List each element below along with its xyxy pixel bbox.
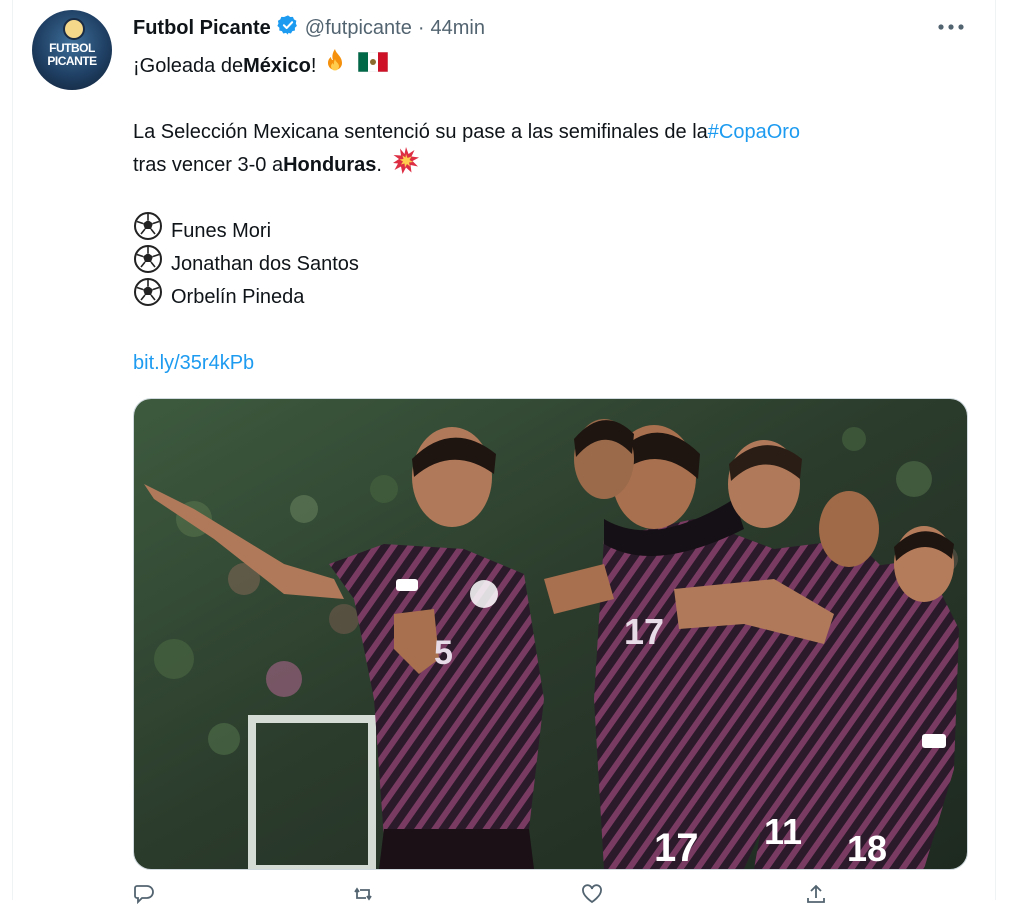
mexico-flag-icon: [354, 50, 389, 83]
tweet-text: ¡Goleada de México! La Selección Mexican…: [133, 48, 973, 380]
collision-icon: [382, 146, 420, 185]
action-bar: [133, 884, 833, 904]
handle[interactable]: @futpicante: [305, 17, 412, 40]
scorer-name-3: Orbelín Pineda: [171, 286, 305, 308]
display-name[interactable]: Futbol Picante: [133, 17, 271, 40]
jersey-number-3: 17: [654, 826, 699, 869]
headline-end: !: [310, 55, 317, 77]
avatar-ball: [63, 18, 85, 40]
reply-icon[interactable]: [133, 884, 155, 904]
short-link[interactable]: bit.ly/35r4kPb: [133, 347, 254, 380]
body-text-1: La Selección Mexicana sentenció su pase …: [133, 121, 708, 143]
fire-icon: [322, 48, 348, 85]
more-icon[interactable]: [936, 14, 966, 40]
like-icon[interactable]: [581, 884, 603, 904]
avatar-logo-text: FUTBOL PICANTE: [47, 41, 97, 68]
scorer-name-2: Jonathan dos Santos: [171, 253, 359, 275]
avatar[interactable]: FUTBOL PICANTE: [32, 10, 112, 90]
scorer-name-1: Funes Mori: [171, 220, 272, 242]
jersey-number-2: 17: [624, 611, 664, 652]
line-body-1: La Selección Mexicana sentenció su pase …: [133, 116, 973, 149]
body-bold-honduras: Honduras: [283, 154, 377, 176]
retweet-icon[interactable]: [353, 884, 375, 904]
jersey-number-4: 11: [764, 811, 802, 852]
link-row: bit.ly/35r4kPb: [133, 347, 973, 380]
line-headline: ¡Goleada de México!: [133, 48, 973, 85]
scorer-row-3: Orbelín Pineda: [133, 278, 973, 314]
jersey-number-5: 18: [847, 828, 887, 869]
jersey-number-1: 5: [434, 634, 453, 672]
tweet-header: Futbol Picante @futpicante · 44min: [133, 14, 485, 42]
verified-icon: [277, 14, 299, 42]
tweet-photo[interactable]: 5 17 17 11 18: [133, 398, 968, 870]
body-text-2: tras vencer 3-0 a: [133, 154, 284, 176]
separator: ·: [417, 16, 425, 39]
soccer-ball-icon: [133, 277, 171, 318]
hashtag-copaoro[interactable]: #CopaOro: [708, 116, 800, 149]
scorer-row-1: Funes Mori: [133, 212, 973, 248]
headline-bold: México: [243, 55, 311, 77]
line-body-2: tras vencer 3-0 a Honduras.: [133, 146, 973, 185]
headline-text: ¡Goleada de: [133, 55, 244, 77]
timestamp[interactable]: 44min: [431, 17, 485, 40]
share-icon[interactable]: [805, 884, 827, 904]
scorer-row-2: Jonathan dos Santos: [133, 245, 973, 281]
